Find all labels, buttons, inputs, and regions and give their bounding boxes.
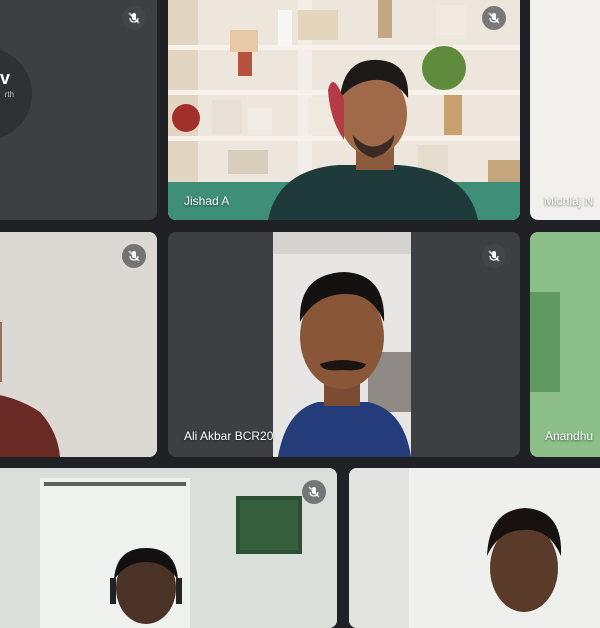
participant-name: Jishad A xyxy=(184,194,230,208)
participant-tile[interactable]: Jishad A xyxy=(168,0,520,220)
mic-off-icon xyxy=(122,244,146,268)
participant-name: Ali Akbar BCR20 xyxy=(184,429,274,443)
participant-name: Anandhu xyxy=(545,429,594,443)
participant-tile[interactable]: v rth xyxy=(0,0,157,220)
participant-tile[interactable]: Ali Akbar BCR20 xyxy=(168,232,520,457)
participant-tile[interactable]: Anandhu xyxy=(530,232,600,457)
mic-off-icon xyxy=(482,6,506,30)
mic-off-icon xyxy=(302,480,326,504)
video-feed xyxy=(0,468,337,628)
avatar-subtext: rth xyxy=(4,90,14,99)
video-feed xyxy=(168,0,520,220)
participant-tile[interactable]: Michlaj N xyxy=(530,0,600,220)
video-feed xyxy=(349,468,600,628)
participant-name: Michlaj N xyxy=(544,194,594,208)
participant-tile[interactable] xyxy=(0,232,157,457)
participant-tile[interactable] xyxy=(0,468,337,628)
mic-off-icon xyxy=(482,244,506,268)
mic-off-icon xyxy=(122,6,146,30)
participant-tile[interactable] xyxy=(349,468,600,628)
avatar-initial: v xyxy=(0,68,10,88)
video-feed xyxy=(530,232,600,457)
participant-avatar: v rth xyxy=(0,48,32,140)
video-feed xyxy=(168,232,520,457)
